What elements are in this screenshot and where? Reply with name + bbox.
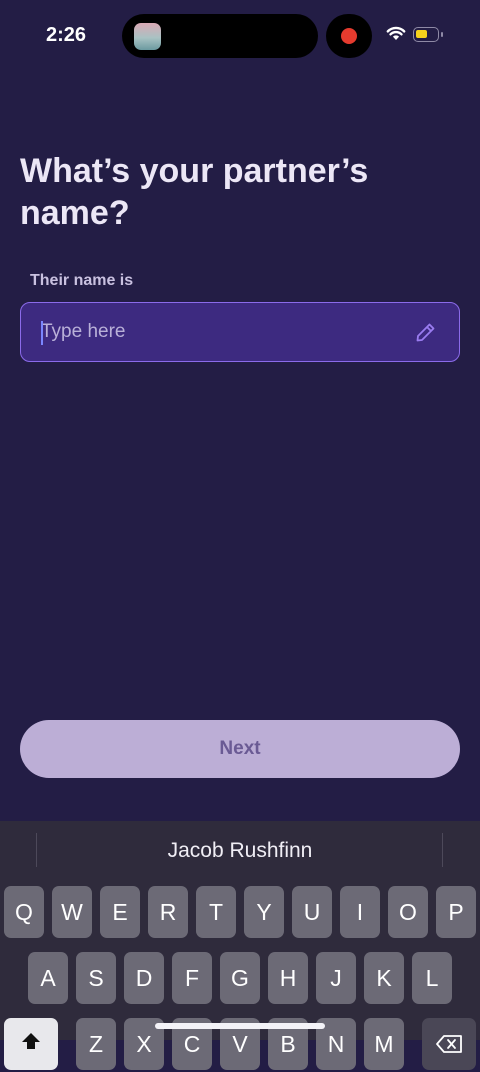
key-m[interactable]: M: [364, 1018, 404, 1070]
battery-cap: [441, 32, 443, 37]
key-q[interactable]: Q: [4, 886, 44, 938]
battery-level: [416, 30, 427, 38]
status-time: 2:26: [46, 24, 87, 46]
key-p[interactable]: P: [436, 886, 476, 938]
keyboard: Jacob Rushfinn QWERTYUIOPASDFGHJKLZXCVBN…: [0, 821, 480, 1070]
wifi-icon: [386, 26, 406, 40]
key-y[interactable]: Y: [244, 886, 284, 938]
suggestion-divider: [442, 833, 443, 867]
key-r[interactable]: R: [148, 886, 188, 938]
battery-icon: [413, 27, 439, 42]
screen-recording-indicator: [326, 14, 372, 58]
backspace-icon: [436, 1035, 462, 1053]
dynamic-island: [122, 14, 318, 58]
name-field[interactable]: [20, 302, 460, 362]
key-k[interactable]: K: [364, 952, 404, 1004]
key-i[interactable]: I: [340, 886, 380, 938]
key-o[interactable]: O: [388, 886, 428, 938]
delete-key[interactable]: [422, 1018, 476, 1070]
app-icon: [134, 23, 161, 50]
key-l[interactable]: L: [412, 952, 452, 1004]
home-indicator: [155, 1023, 325, 1029]
key-s[interactable]: S: [76, 952, 116, 1004]
field-label: Their name is: [30, 272, 134, 289]
text-cursor: [41, 321, 43, 345]
key-d[interactable]: D: [124, 952, 164, 1004]
record-icon: [341, 28, 357, 44]
key-g[interactable]: G: [220, 952, 260, 1004]
name-input[interactable]: [41, 303, 401, 360]
key-j[interactable]: J: [316, 952, 356, 1004]
key-f[interactable]: F: [172, 952, 212, 1004]
key-e[interactable]: E: [100, 886, 140, 938]
key-a[interactable]: A: [28, 952, 68, 1004]
page-title: What’s your partner’s name?: [20, 152, 369, 232]
next-button[interactable]: Next: [20, 720, 460, 778]
suggestion-bar: Jacob Rushfinn: [0, 821, 480, 883]
shift-key[interactable]: [4, 1018, 58, 1070]
key-u[interactable]: U: [292, 886, 332, 938]
key-w[interactable]: W: [52, 886, 92, 938]
shift-icon: [22, 1033, 40, 1049]
pencil-icon[interactable]: [414, 320, 438, 344]
suggestion-item[interactable]: Jacob Rushfinn: [0, 839, 480, 863]
key-z[interactable]: Z: [76, 1018, 116, 1070]
status-bar: 2:26: [0, 0, 480, 72]
key-t[interactable]: T: [196, 886, 236, 938]
key-h[interactable]: H: [268, 952, 308, 1004]
